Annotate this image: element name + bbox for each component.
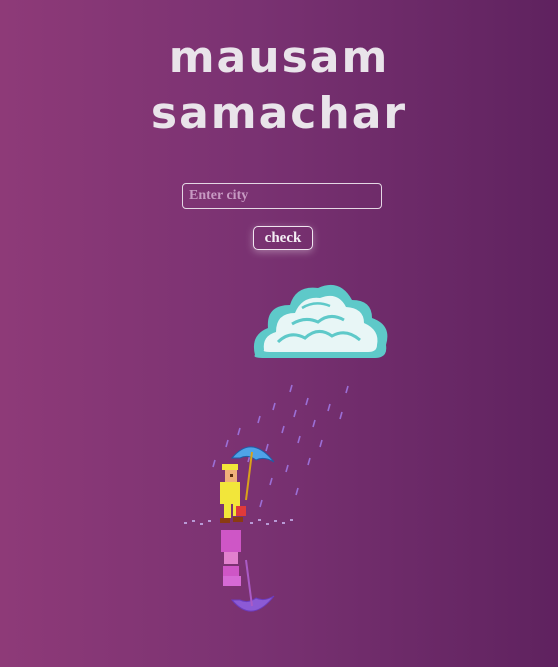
- puddle-reflection: [221, 530, 275, 612]
- umbrella-walker-icon: [220, 446, 275, 523]
- pixel-cloud-icon: [253, 284, 388, 358]
- weather-illustration: [184, 284, 388, 612]
